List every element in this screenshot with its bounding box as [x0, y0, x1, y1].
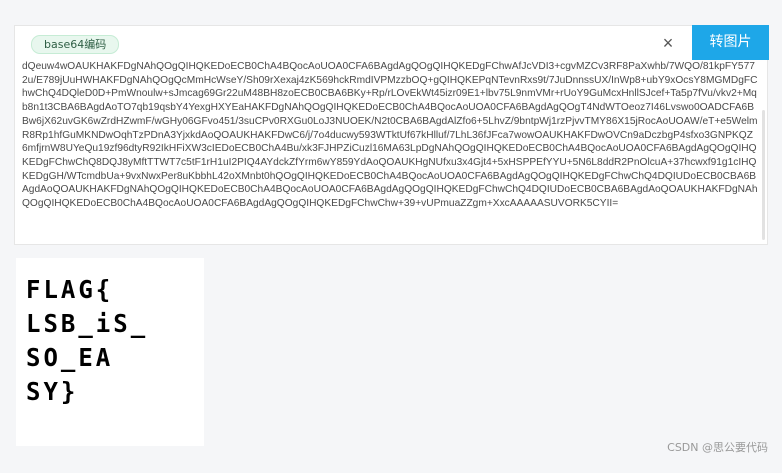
flag-line-2: LSB_iS_: [26, 309, 149, 339]
base64-input-panel: base64编码 × 转图片 dQeuw4wOAUKHAKFDgNAhQOgQI…: [14, 25, 769, 245]
base64-value-text: dQeuw4wOAUKHAKFDgNAhQOgQIHQKEDoECB0ChA4B…: [22, 61, 758, 210]
flag-line-3: SO_EA: [26, 343, 114, 373]
convert-to-image-button[interactable]: 转图片: [692, 25, 769, 60]
textarea-scrollbar[interactable]: [762, 110, 765, 240]
input-toolbar: base64编码 × 转图片: [15, 25, 769, 60]
encoding-tag: base64编码: [31, 35, 120, 54]
watermark: CSDN @思公要代码: [667, 441, 768, 454]
flag-line-1: FLAG{: [26, 275, 114, 305]
flag-line-4: SY}: [26, 377, 79, 407]
decoded-image: FLAG{ LSB_iS_ SO_EA SY}: [16, 258, 204, 446]
page: base64编码 × 转图片 dQeuw4wOAUKHAKFDgNAhQOgQI…: [0, 0, 782, 473]
flag-image-text: FLAG{ LSB_iS_ SO_EA SY}: [26, 272, 196, 408]
close-icon[interactable]: ×: [658, 33, 678, 53]
base64-textarea[interactable]: dQeuw4wOAUKHAKFDgNAhQOgQIHQKEDoECB0ChA4B…: [22, 60, 758, 240]
